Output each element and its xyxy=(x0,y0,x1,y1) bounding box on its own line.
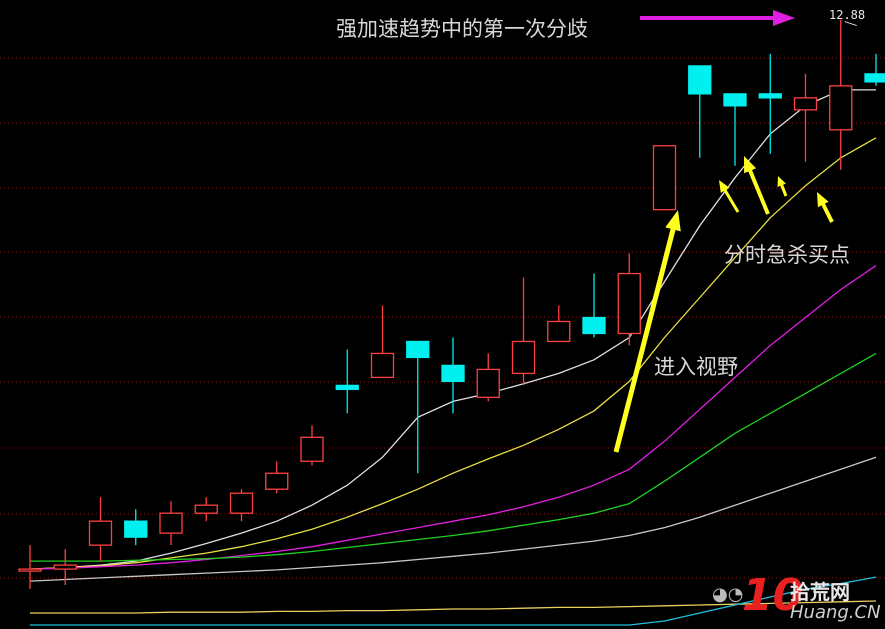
candle-body xyxy=(300,436,324,462)
watermark: ◕◔ 10 拾荒网 Huang.CN xyxy=(712,570,885,629)
buy-arrow-4 xyxy=(817,192,834,223)
candle xyxy=(652,145,677,211)
candle xyxy=(617,253,641,346)
candle xyxy=(476,353,500,402)
candle-body xyxy=(723,93,747,107)
candle-body xyxy=(688,65,712,95)
candle-body xyxy=(652,145,677,211)
candle xyxy=(124,509,148,546)
annotation-arrows xyxy=(613,10,834,453)
candle-body xyxy=(159,512,183,534)
peak-price-label: 12.88 xyxy=(829,8,866,22)
candle xyxy=(265,461,289,494)
candles xyxy=(18,19,885,590)
candle xyxy=(406,340,430,474)
candle xyxy=(582,273,606,338)
candle xyxy=(229,489,254,522)
enter-view-annotation: 进入视野 xyxy=(654,355,738,379)
candle xyxy=(864,53,885,86)
candle-body xyxy=(53,564,77,570)
candle xyxy=(159,501,183,546)
candle-body xyxy=(88,520,113,546)
candle-body xyxy=(511,340,536,375)
candle xyxy=(758,53,782,154)
candle xyxy=(88,497,113,562)
candle xyxy=(18,545,42,590)
buy-arrow-2 xyxy=(744,156,770,215)
candle xyxy=(194,497,218,522)
buy-arrow-3 xyxy=(777,176,788,197)
candle xyxy=(723,93,747,166)
ma-line-5 xyxy=(29,456,877,582)
wechat-icon: ◕◔ xyxy=(712,584,744,605)
candle-body xyxy=(476,368,500,399)
candle-body xyxy=(406,340,430,359)
candle-body xyxy=(335,384,359,391)
candle-body xyxy=(124,520,148,538)
watermark-text: 拾荒网 xyxy=(790,580,850,604)
candle xyxy=(441,337,465,414)
candle-body xyxy=(829,85,853,131)
candle xyxy=(547,305,571,343)
candle-body xyxy=(229,492,254,514)
ma-line-3 xyxy=(29,265,877,570)
candle-body xyxy=(582,316,606,335)
title-arrow xyxy=(640,10,795,26)
candle xyxy=(688,65,712,158)
candle xyxy=(829,19,853,170)
title-annotation: 强加速趋势中的第一次分歧 xyxy=(336,17,588,41)
candle-body xyxy=(758,93,782,99)
candle xyxy=(370,305,395,379)
candle-body xyxy=(194,504,218,514)
candle xyxy=(300,425,324,466)
peak-pointer xyxy=(844,21,857,27)
candle-body xyxy=(18,568,42,572)
candle-body xyxy=(793,97,818,111)
candle-body xyxy=(441,364,465,383)
candle-body xyxy=(265,472,289,490)
candle-body xyxy=(547,320,571,343)
candlestick-chart xyxy=(0,10,885,626)
watermark-site: Huang.CN xyxy=(790,602,881,623)
candle xyxy=(793,73,818,162)
candle-body xyxy=(617,272,641,335)
candle xyxy=(335,349,359,414)
candle-body xyxy=(370,352,395,379)
candle-body xyxy=(864,73,885,83)
candle xyxy=(511,277,536,386)
dip-buy-annotation: 分时急杀买点 xyxy=(724,243,850,267)
